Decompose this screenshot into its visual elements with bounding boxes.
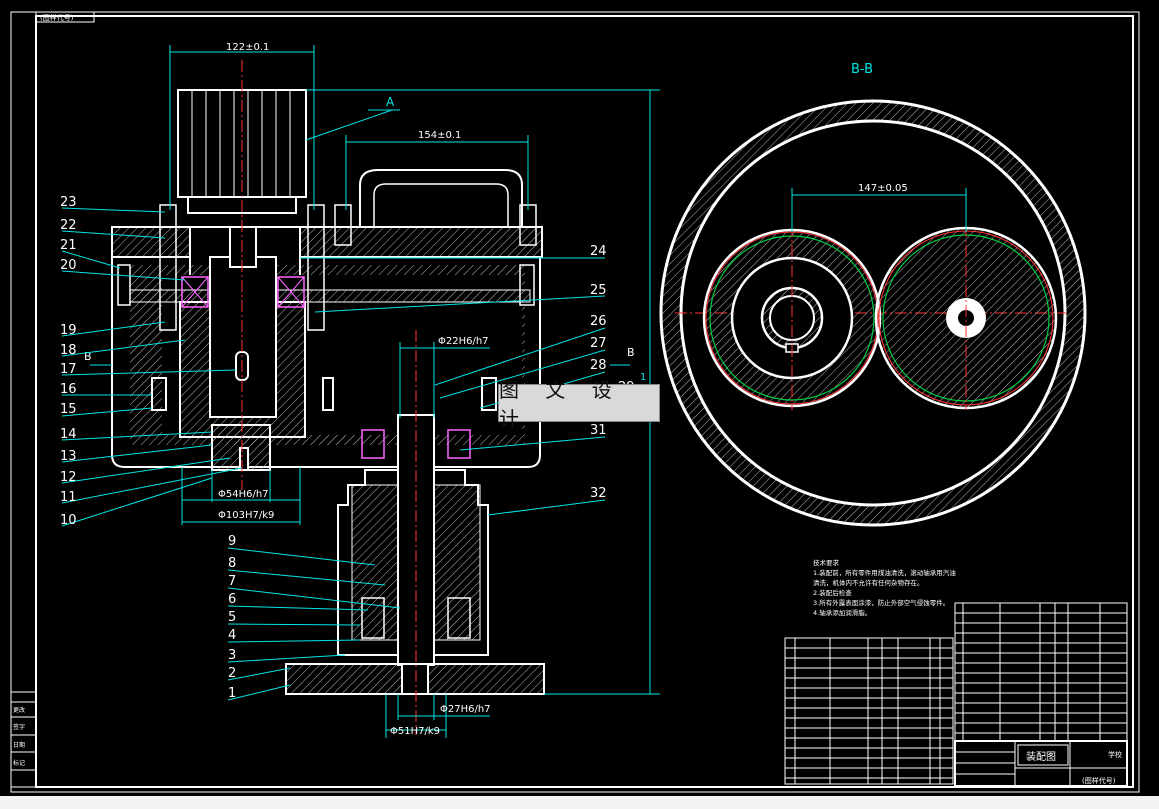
part-number: 27	[590, 336, 607, 351]
parts-list-left	[784, 637, 954, 785]
part-number: 19	[60, 323, 77, 338]
part-number: 13	[60, 449, 77, 464]
note-line: 4.轴承添加润滑脂。	[813, 608, 871, 617]
note-line: 2.装配后检查	[813, 588, 852, 597]
handle	[359, 169, 523, 227]
motor-shaft	[209, 256, 277, 418]
part-number: 3	[228, 648, 236, 663]
note-line: 3.所有外露表面涂漆，防止外部空气侵蚀零件。	[813, 598, 949, 607]
dim-147: 147±0.05	[858, 183, 908, 194]
part-number: 25	[590, 283, 607, 298]
dim-phi2296: Φ22H6/h7	[438, 336, 489, 347]
part-number: 26	[590, 314, 607, 329]
parts-list-right	[954, 602, 1128, 742]
part-number: 10	[60, 513, 77, 528]
part-number: 32	[590, 486, 607, 501]
dim-154: 154±0.1	[418, 130, 461, 141]
part-number: 22	[60, 218, 77, 233]
note-line: 清洗，机体内不允许有任何杂物存在。	[813, 578, 924, 587]
watermark-label: 图 文 设 计	[498, 378, 660, 431]
part-number: 16	[60, 382, 77, 397]
side-block-text-0: 更改	[13, 706, 25, 714]
part-number: 18	[60, 343, 77, 358]
view-label-b-right: B	[627, 346, 635, 359]
side-block-text-3: 标记	[13, 759, 25, 767]
part-number: 1	[228, 686, 236, 701]
dim-phi51: Φ51H7/k9	[390, 726, 440, 737]
notes-title: 技术要求	[813, 558, 840, 567]
part-number: 14	[60, 427, 77, 442]
dim-phi2796: Φ27H6/h7	[440, 704, 491, 715]
part-number: 8	[228, 556, 236, 571]
side-block-text-1: 签字	[13, 723, 25, 731]
part-number: 28	[590, 358, 607, 373]
school-name: 学校	[1108, 750, 1122, 759]
part-number: 24	[590, 244, 607, 259]
part-number: 12	[60, 470, 77, 485]
part-number: 7	[228, 574, 236, 589]
title-tab-text: (图样代号)	[40, 13, 74, 22]
technical-notes: 技术要求 1.装配前，所有零件用煤油清洗，滚动轴承用汽油 清洗，机体内不允许有任…	[813, 558, 956, 617]
side-revision-block: 更改 签字 日期 标记	[10, 691, 37, 788]
part-number: 11	[60, 490, 77, 505]
section-b-b-view	[659, 99, 1087, 527]
part-number: 4	[228, 628, 236, 643]
side-block-text-2: 日期	[13, 741, 25, 749]
leader-a: A	[386, 95, 395, 109]
bottom-strip	[0, 796, 1159, 809]
dim-122: 122±0.1	[226, 42, 269, 53]
dim-phi5496: Φ54H6/h7	[218, 489, 269, 500]
drawing-name: 装配图	[1026, 750, 1056, 763]
main-section-view	[111, 60, 545, 735]
part-number: 15	[60, 402, 77, 417]
section-label: B-B	[851, 62, 873, 77]
dim-phi103: Φ103H7/k9	[218, 510, 274, 521]
part-number: 6	[228, 592, 236, 607]
drawing-code: (图样代号)	[1082, 776, 1116, 785]
part-number: 2	[228, 666, 236, 681]
part-number: 17	[60, 362, 77, 377]
part-number: 23	[60, 195, 77, 210]
part-number: 9	[228, 534, 236, 549]
part-numbers-right: 24 25 26 27 28 29 31 32	[590, 244, 635, 501]
part-number: 5	[228, 610, 236, 625]
note-line: 1.装配前，所有零件用煤油清洗，滚动轴承用汽油	[813, 568, 956, 577]
part-number: 20	[60, 258, 77, 273]
part-number: 21	[60, 238, 77, 253]
